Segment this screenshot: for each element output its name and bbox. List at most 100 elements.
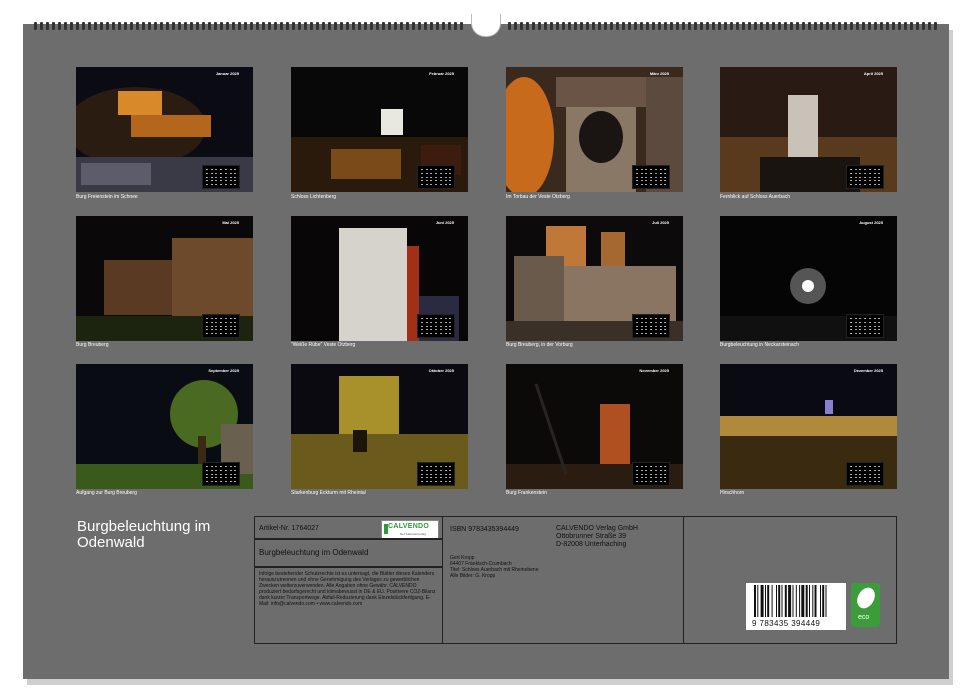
binding-loop [910,22,913,30]
thumb-march[interactable]: März 2025 [506,67,683,192]
thumb-july[interactable]: Juli 2025 [506,216,683,341]
mini-calendar-day [636,481,638,483]
thumb-september[interactable]: September 2025 [76,364,253,489]
mini-calendar-day [850,180,852,182]
mini-calendar-day [645,172,648,174]
mini-calendar [417,462,455,486]
mini-calendar-day [206,333,208,335]
mini-calendar-day [421,329,423,331]
mini-calendar [202,462,240,486]
barcode-bar [781,585,783,617]
mini-calendar-day [229,333,232,335]
binding-loop [832,22,835,30]
month-label: März 2025 [649,71,669,76]
mini-calendar-day [878,172,881,174]
mini-calendar [846,314,884,338]
mini-calendar-day [234,329,237,331]
mini-calendar-day [229,318,232,319]
binding-loop [712,22,715,30]
mini-calendar-day [444,473,447,475]
binding-loop [124,22,127,30]
mini-calendar-day [873,469,876,471]
binding-loop [208,22,211,30]
binding-loop [352,22,355,30]
mini-calendar-day [640,172,643,174]
mini-calendar-day [430,318,433,319]
mini-calendar-day [449,176,452,178]
binding-loop [664,22,667,30]
thumb-november[interactable]: November 2025 [506,364,683,489]
mini-calendar-day [234,481,237,483]
mini-calendar-day [664,169,667,170]
mini-calendar-day [659,329,662,331]
article-number: Artikel-Nr. 1764027 [259,525,319,532]
mini-calendar-day [654,466,657,467]
mini-calendar-day [449,466,452,467]
binding-loop [796,22,799,30]
mini-calendar-day [854,325,857,327]
mini-calendar-day [873,321,876,323]
mini-calendar-day [636,466,638,467]
mini-calendar-day [425,477,428,479]
binding-loop [226,22,229,30]
thumb-june[interactable]: Juni 2025 [291,216,468,341]
binding-loop [640,22,643,30]
mini-calendar-day [220,325,223,327]
mini-calendar-day [421,180,423,182]
barcode-bar [795,585,797,617]
mini-calendar-day [850,333,852,335]
thumb-february[interactable]: Februar 2025 [291,67,468,192]
binding-loop [928,22,931,30]
caption: Burg Breuberg [76,342,109,348]
mini-calendar [632,462,670,486]
thumb-december[interactable]: Dezember 2025 [720,364,897,489]
mini-calendar-day [636,184,638,186]
mini-calendar-day [449,321,452,323]
mini-calendar-day [654,333,657,335]
mini-calendar-day [439,184,442,186]
mini-calendar-day [878,466,881,467]
mini-calendar-day [430,329,433,331]
mini-calendar-day [210,481,213,483]
mini-calendar-day [636,333,638,335]
mini-calendar-day [868,169,871,170]
barcode-bar [825,585,827,617]
mini-calendar [417,314,455,338]
mini-calendar-day [430,333,433,335]
barcode-bar [771,585,773,617]
mini-calendar-day [850,169,852,170]
binding-loop [520,22,523,30]
mini-calendar-day [234,469,237,471]
barcode-number: 9 783435 394449 [752,619,821,628]
thumb-may[interactable]: Mai 2025 [76,216,253,341]
mini-calendar-day [850,321,852,323]
mini-calendar-day [444,172,447,174]
mini-calendar-day [873,325,876,327]
mini-calendar-day [659,469,662,471]
mini-calendar-day [439,329,442,331]
mini-calendar-day [439,466,442,467]
month-label: Dezember 2025 [853,368,883,373]
mini-calendar-day [859,176,862,178]
mini-calendar-day [659,176,662,178]
mini-calendar-day [645,321,648,323]
mini-calendar-day [224,172,227,174]
binding-loop [166,22,169,30]
mini-calendar-day [234,184,237,186]
mini-calendar-day [659,318,662,319]
mini-calendar-day [854,172,857,174]
binding-loop [604,22,607,30]
thumb-april[interactable]: April 2025 [720,67,897,192]
thumb-october[interactable]: Oktober 2025 [291,364,468,489]
thumb-january[interactable]: Januar 2025 [76,67,253,192]
binding-loop [394,22,397,30]
mini-calendar-day [654,321,657,323]
thumb-august[interactable]: August 2025 [720,216,897,341]
mini-calendar-day [439,318,442,319]
binding-loop [790,22,793,30]
barcode-bar [820,585,821,617]
mini-calendar-day [224,321,227,323]
mini-calendar-day [435,172,438,174]
barcode-bar [801,585,805,617]
mini-calendar-day [878,333,881,335]
